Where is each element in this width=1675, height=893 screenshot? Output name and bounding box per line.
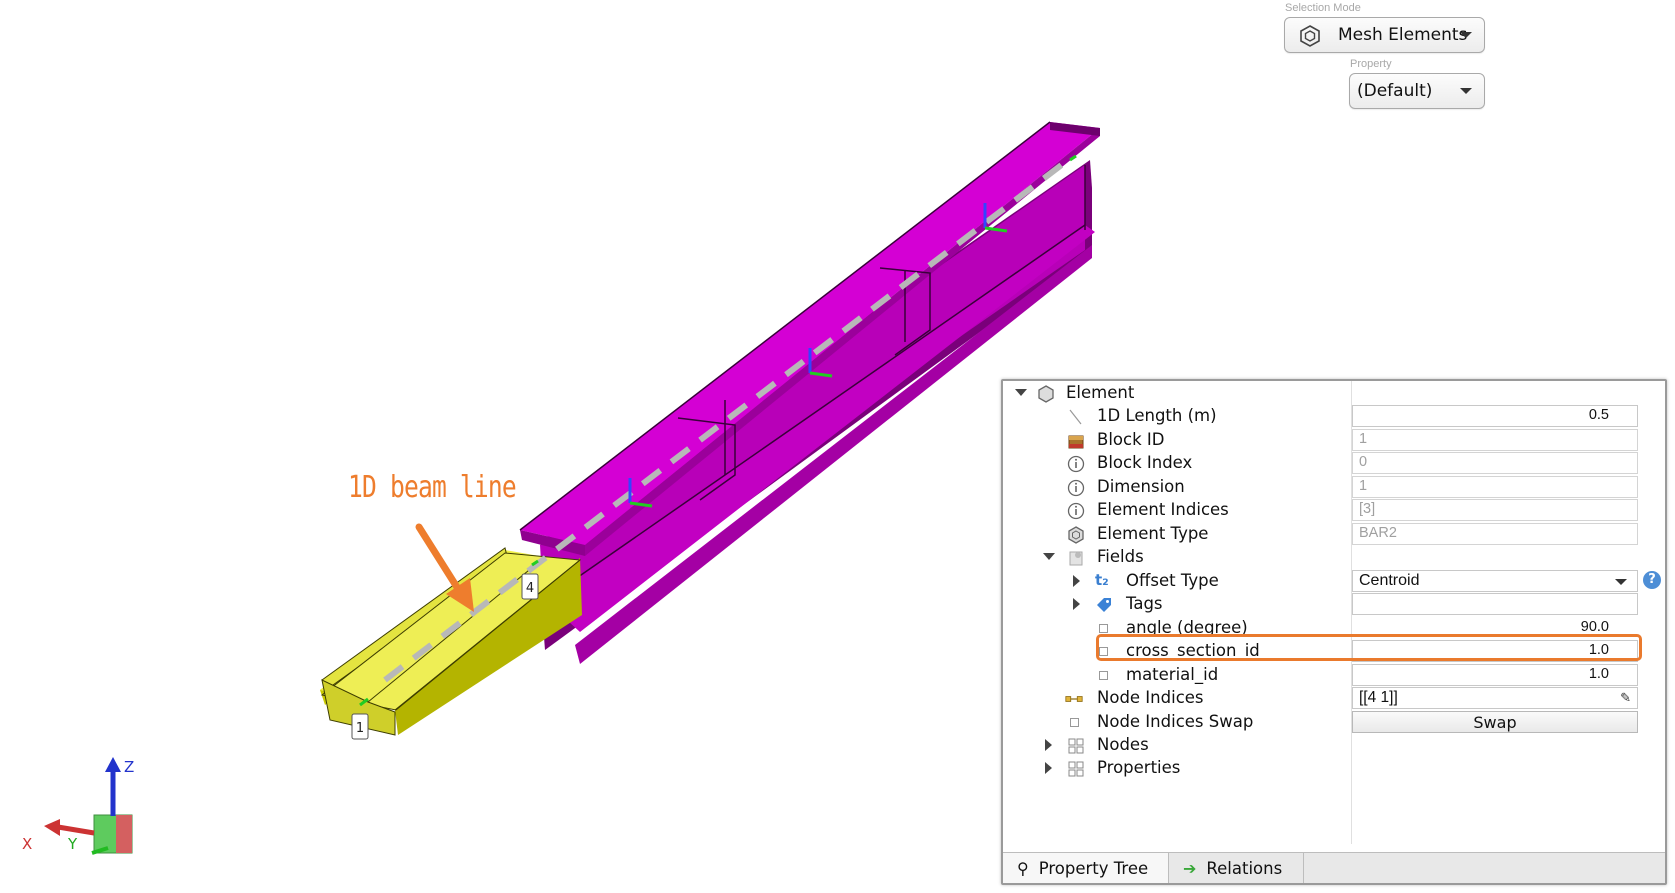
hexagon-mesh-icon — [1300, 25, 1320, 47]
tags-field[interactable] — [1352, 593, 1638, 615]
node-link-icon — [1065, 696, 1083, 702]
tree-row-node-indices-swap[interactable]: Node Indices Swap Swap — [1003, 710, 1665, 735]
node-label-1: 1 — [351, 713, 369, 740]
field-icon — [1070, 718, 1079, 727]
offset-icon: t₂ — [1095, 571, 1109, 589]
hexagon-icon — [1068, 526, 1084, 544]
hexagon-icon — [1038, 385, 1054, 403]
1d-length-field[interactable]: 0.5 — [1352, 405, 1638, 427]
property-value: (Default) — [1357, 81, 1433, 101]
material-id-field[interactable]: 1.0 — [1352, 664, 1638, 686]
tree-row-material-id[interactable]: material_id 1.0 — [1003, 663, 1665, 688]
property-dropdown[interactable]: (Default) — [1349, 73, 1485, 109]
info-icon — [1067, 455, 1085, 473]
block-index-field: 0 — [1352, 452, 1638, 474]
svg-text:4: 4 — [526, 581, 534, 596]
element-type-field: BAR2 — [1352, 523, 1638, 545]
beam-line-annotation: 1D beam line — [348, 470, 517, 505]
grid-icon — [1068, 738, 1084, 754]
tree-row-1d-length[interactable]: 1D Length (m) 0.5 — [1003, 404, 1665, 429]
tree-row-node-indices[interactable]: Node Indices [[4 1]] ✎ — [1003, 686, 1665, 711]
line-icon — [1069, 409, 1082, 425]
fields-icon — [1069, 551, 1083, 566]
search-icon: ⚲ — [1017, 858, 1029, 878]
svg-text:X: X — [22, 835, 32, 853]
property-label: Property — [1350, 58, 1392, 70]
tag-icon — [1097, 598, 1111, 612]
svg-text:Z: Z — [124, 758, 134, 776]
tree-row-offset-type[interactable]: t₂ Offset Type Centroid ? — [1003, 569, 1665, 594]
grid-icon — [1068, 761, 1084, 777]
node-indices-field[interactable]: [[4 1]] ✎ — [1352, 687, 1638, 709]
svg-text:1: 1 — [356, 721, 364, 736]
panel-tab-bar: ⚲ Property Tree ➔ Relations — [1003, 852, 1665, 883]
field-icon — [1099, 671, 1108, 680]
offset-type-dropdown[interactable]: Centroid — [1352, 570, 1638, 592]
help-icon[interactable]: ? — [1643, 571, 1661, 589]
tab-relations[interactable]: ➔ Relations — [1169, 853, 1304, 883]
tree-row-tags[interactable]: Tags — [1003, 592, 1665, 617]
info-icon — [1067, 479, 1085, 497]
tree-row-element[interactable]: Element — [1003, 381, 1665, 406]
svg-text:Y: Y — [67, 835, 78, 853]
tab-property-tree[interactable]: ⚲ Property Tree — [1003, 853, 1169, 883]
swap-button[interactable]: Swap — [1352, 711, 1638, 733]
property-panel: Element 1D Length (m) 0.5 Block ID 1 Blo… — [1001, 379, 1667, 885]
selection-mode-dropdown[interactable]: Mesh Elements — [1284, 17, 1485, 53]
tree-row-element-type[interactable]: Element Type BAR2 — [1003, 522, 1665, 547]
tree-row-fields[interactable]: Fields — [1003, 545, 1665, 570]
info-icon — [1067, 502, 1085, 520]
selection-mode-label: Selection Mode — [1285, 2, 1361, 14]
tree-row-block-id[interactable]: Block ID 1 — [1003, 428, 1665, 453]
angle-row-highlight — [1096, 634, 1642, 661]
tree-row-properties[interactable]: Properties — [1003, 756, 1665, 781]
tree-row-block-index[interactable]: Block Index 0 — [1003, 451, 1665, 476]
element-indices-field: [3] — [1352, 499, 1638, 521]
field-icon — [1099, 624, 1108, 633]
arrow-right-icon: ➔ — [1183, 858, 1197, 878]
tree-row-element-indices[interactable]: Element Indices [3] — [1003, 498, 1665, 523]
tree-row-nodes[interactable]: Nodes — [1003, 733, 1665, 758]
block-icon — [1068, 435, 1084, 449]
dimension-field: 1 — [1352, 476, 1638, 498]
axis-triad: Z X Y — [22, 757, 134, 855]
node-label-4: 4 — [521, 573, 539, 600]
edit-icon[interactable]: ✎ — [1620, 690, 1631, 706]
block-id-field: 1 — [1352, 429, 1638, 451]
selection-mode-value: Mesh Elements — [1338, 25, 1468, 45]
tree-row-dimension[interactable]: Dimension 1 — [1003, 475, 1665, 500]
